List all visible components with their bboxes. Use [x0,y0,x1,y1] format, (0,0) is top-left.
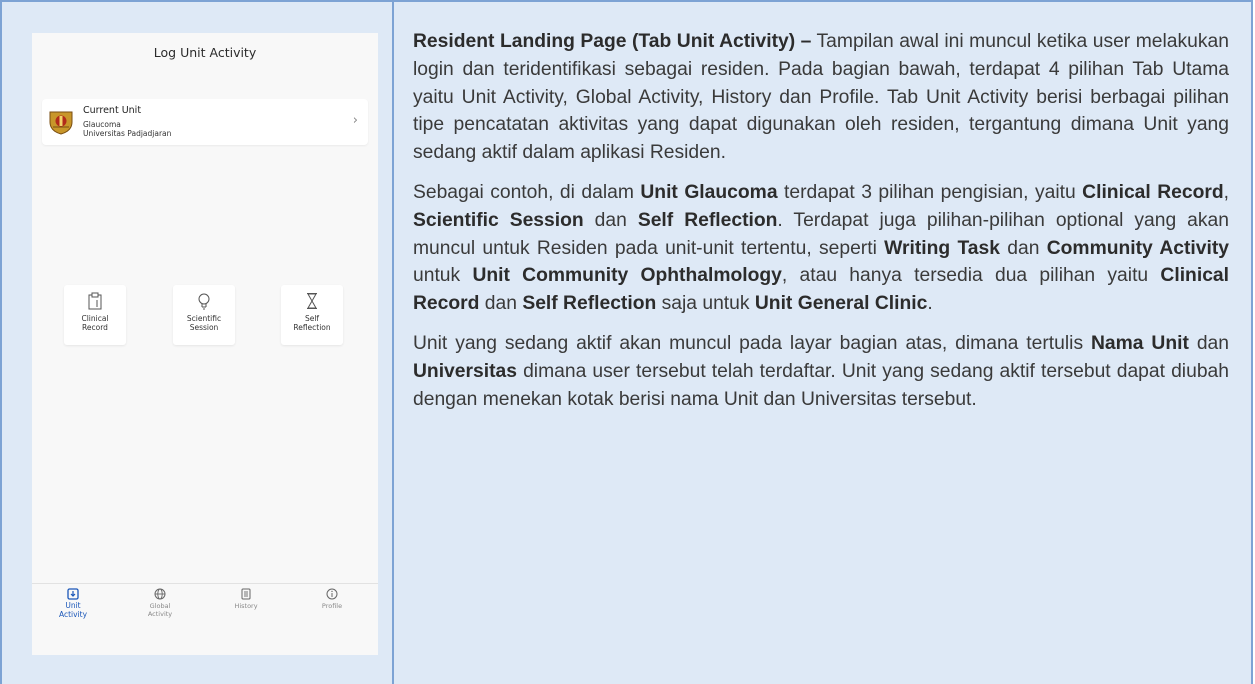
tile-label-line2: Session [189,323,219,332]
chevron-right-icon: › [352,113,358,128]
text-run: saja untuk [656,293,755,315]
text-run: dan [479,293,523,315]
tile-label-line1: Scientific [186,314,222,323]
university-logo-icon [49,111,73,135]
bold-text: Nama Unit [1091,332,1189,354]
tab-global-activity[interactable]: Global Activity [130,588,190,618]
description-paragraph-2: Sebagai contoh, di dalam Unit Glaucoma t… [413,179,1229,318]
text-run: dan [999,237,1047,259]
bold-text: Unit General Clinic [754,293,928,315]
text-run: Unit yang sedang aktif akan muncul pada … [413,332,1091,354]
phone-screenshot: Log Unit Activity Current Unit Glaucoma … [32,33,378,655]
text-run: . [927,293,933,315]
tile-label-line2: Record [82,323,108,332]
globe-icon [154,588,166,600]
tab-history[interactable]: History [216,588,276,610]
info-icon [326,588,338,600]
bold-text: Self Reflection [637,209,778,231]
lightbulb-icon [198,293,210,310]
section-heading: Resident Landing Page (Tab Unit Activity… [413,31,812,52]
bold-text: Scientific Session [413,209,584,231]
unit-activity-icon [67,588,79,600]
history-icon [241,588,251,600]
current-unit-card[interactable]: Current Unit Glaucoma Universitas Padjad… [42,99,368,145]
tab-label-line1: Global [149,602,171,610]
bold-text: Self Reflection [522,293,657,315]
bold-text: Unit Community Ophthalmology [472,265,782,287]
page-title: Log Unit Activity [153,45,257,60]
clipboard-icon [88,292,102,310]
bottom-tab-bar: Unit Activity Global Activity History Pr… [32,583,378,628]
column-divider [392,0,394,684]
text-run: dan [583,209,638,231]
bold-text: Community Activity [1046,237,1229,259]
text-run: , [1223,181,1229,203]
hourglass-icon [307,293,317,309]
description-paragraph-1: Resident Landing Page (Tab Unit Activity… [413,28,1229,167]
bold-text: Clinical Record [1082,181,1224,203]
tab-label-line2: Activity [58,609,88,619]
current-unit-label: Current Unit [83,105,142,116]
unit-name: Glaucoma [83,120,121,129]
text-run: Sebagai contoh, di dalam [413,181,641,203]
text-run: , atau hanya tersedia dua pilihan yaitu [781,265,1161,287]
description-text: Resident Landing Page (Tab Unit Activity… [413,28,1229,425]
tab-unit-activity[interactable]: Unit Activity [43,588,103,619]
tab-profile[interactable]: Profile [302,588,362,610]
scientific-session-button[interactable]: Scientific Session [173,285,235,345]
tab-label-line1: History [234,602,258,610]
text-run: untuk [413,265,473,287]
tile-label-line2: Reflection [293,323,331,332]
bold-text: Writing Task [884,237,1000,259]
text-run: dimana user tersebut telah terdaftar. Un… [413,360,1229,410]
text-run: dan [1188,332,1229,354]
bold-text: Unit Glaucoma [640,181,778,203]
tab-label-line1: Profile [321,602,343,610]
tile-label-line1: Self [304,314,320,323]
tile-label-line1: Clinical [81,314,109,323]
text-run: terdapat 3 pilihan pengisian, yaitu [777,181,1083,203]
self-reflection-button[interactable]: Self Reflection [281,285,343,345]
description-paragraph-3: Unit yang sedang aktif akan muncul pada … [413,330,1229,413]
university-name: Universitas Padjadjaran [83,129,172,138]
bold-text: Universitas [413,360,517,382]
tab-label-line2: Activity [147,610,173,618]
clinical-record-button[interactable]: Clinical Record [64,285,126,345]
